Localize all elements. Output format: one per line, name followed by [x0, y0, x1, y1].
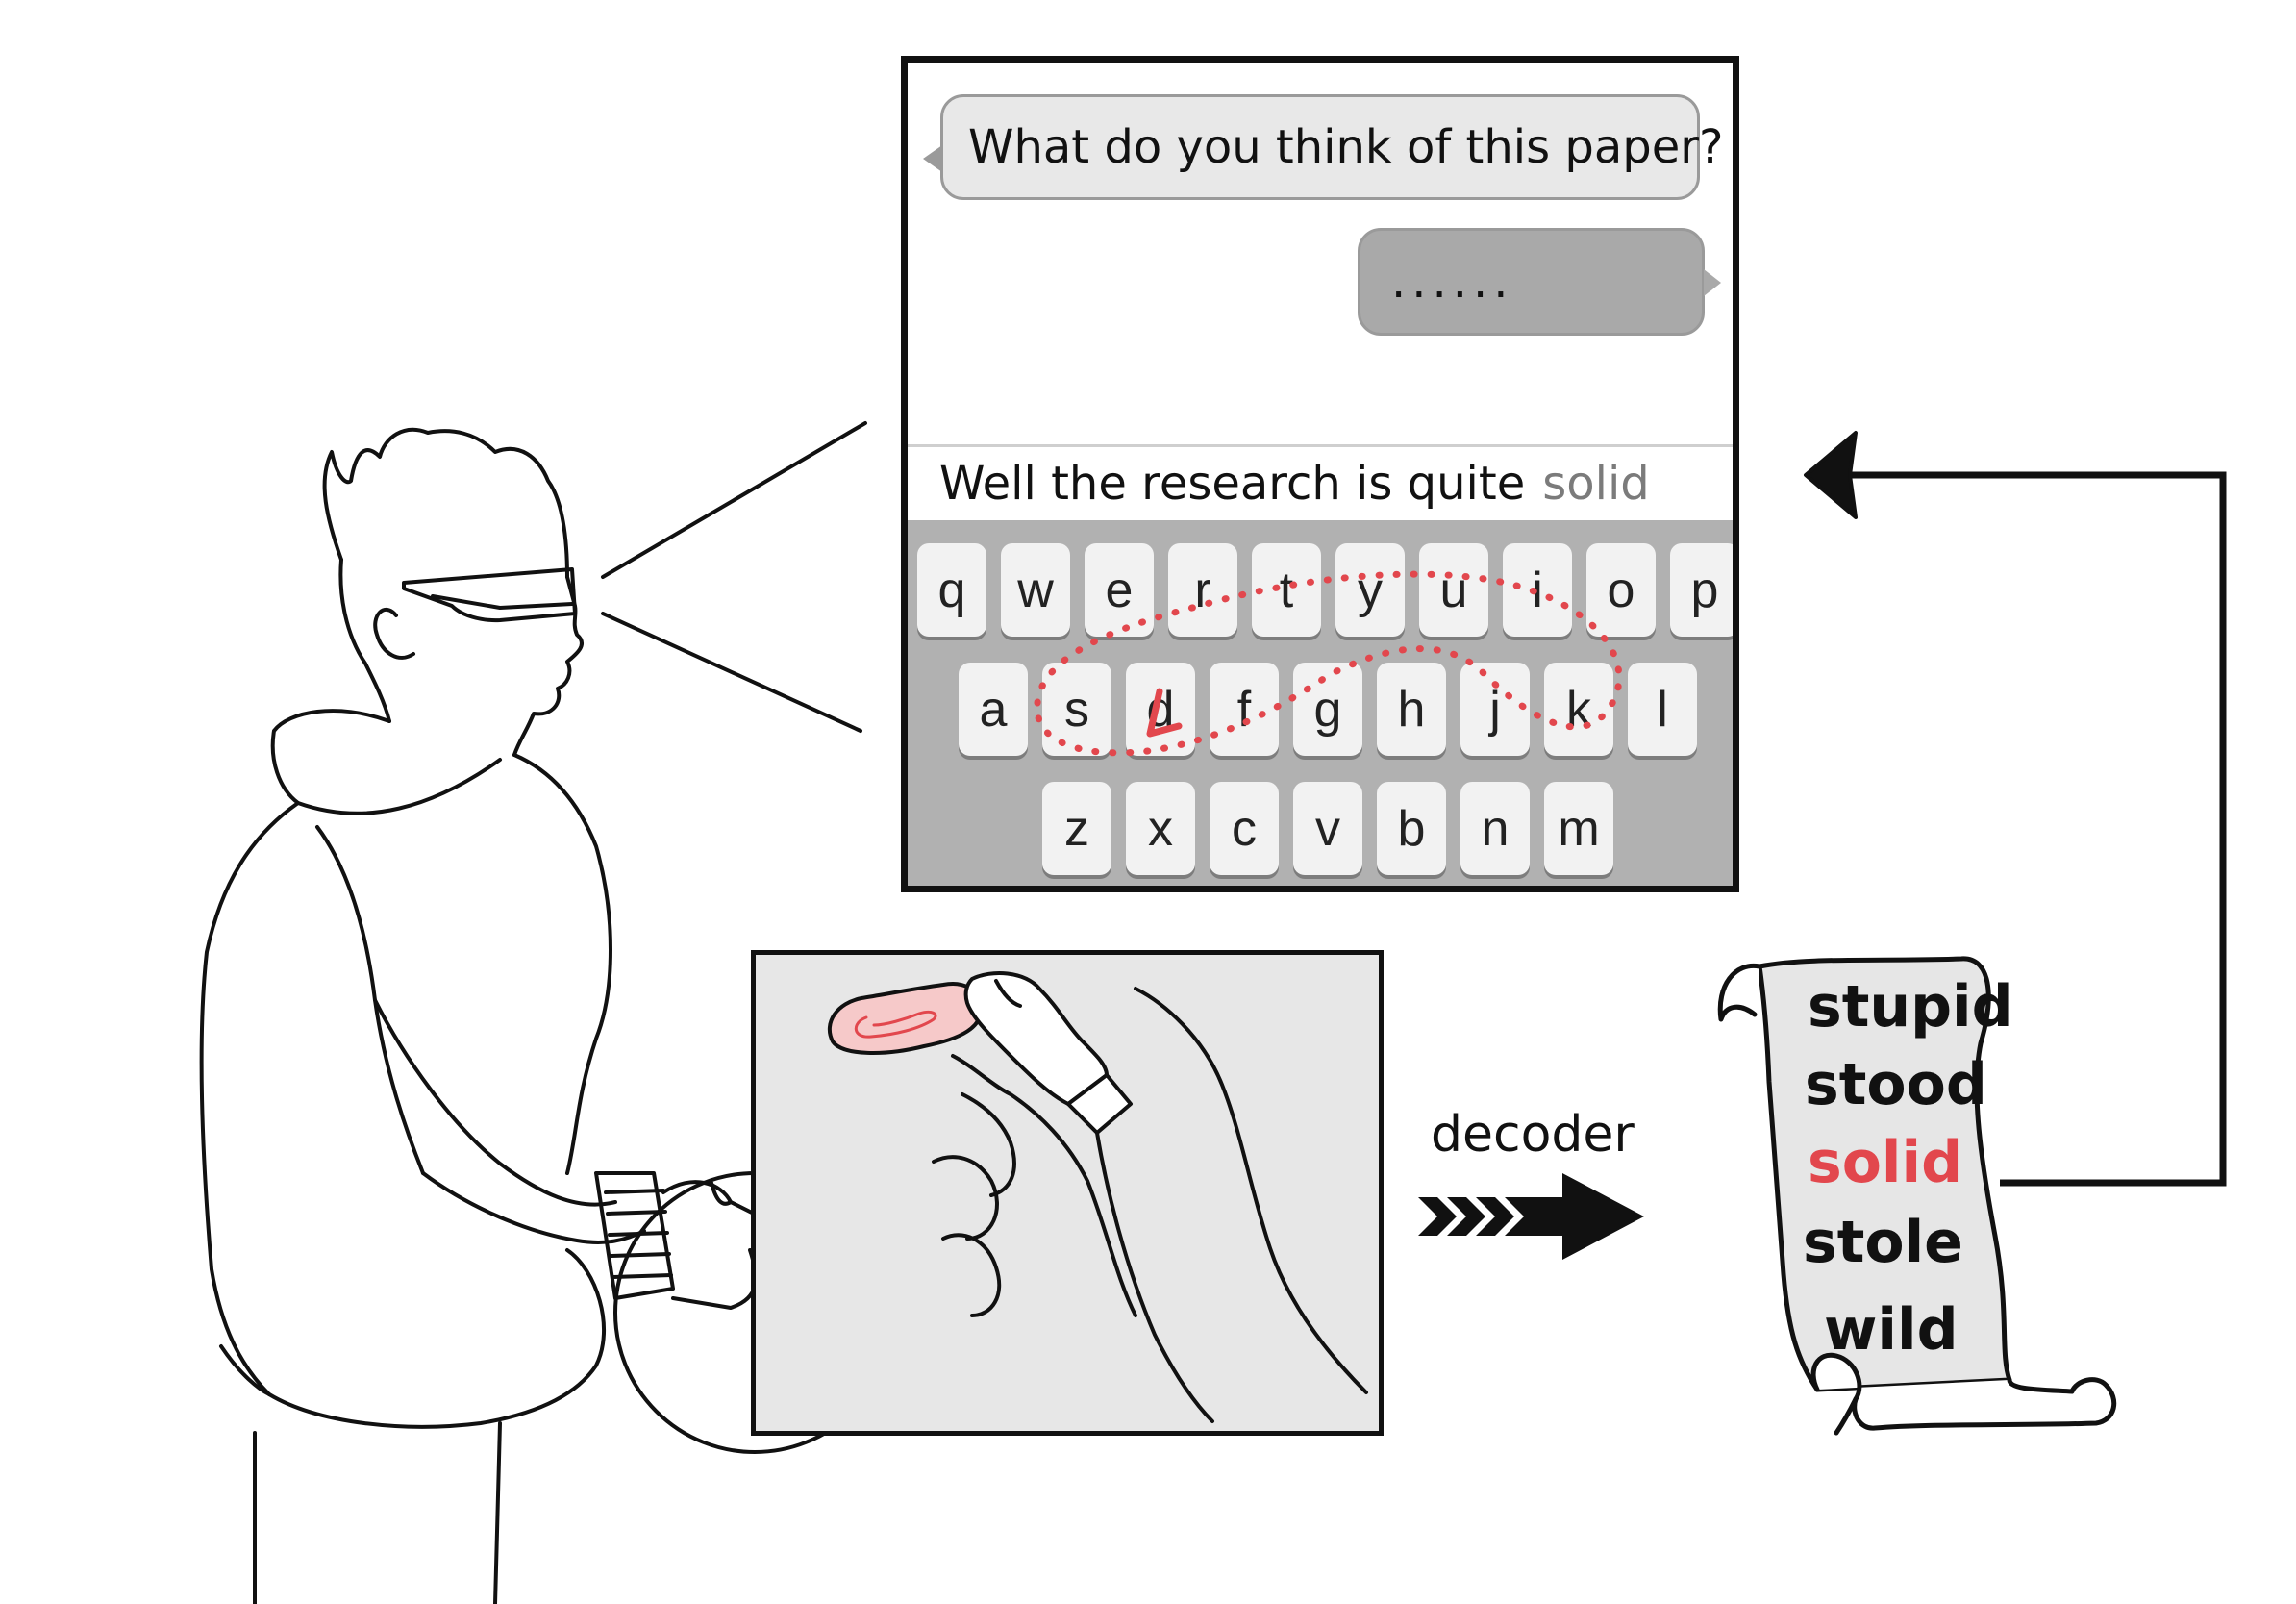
return-arrow-icon [1804, 431, 2227, 1187]
